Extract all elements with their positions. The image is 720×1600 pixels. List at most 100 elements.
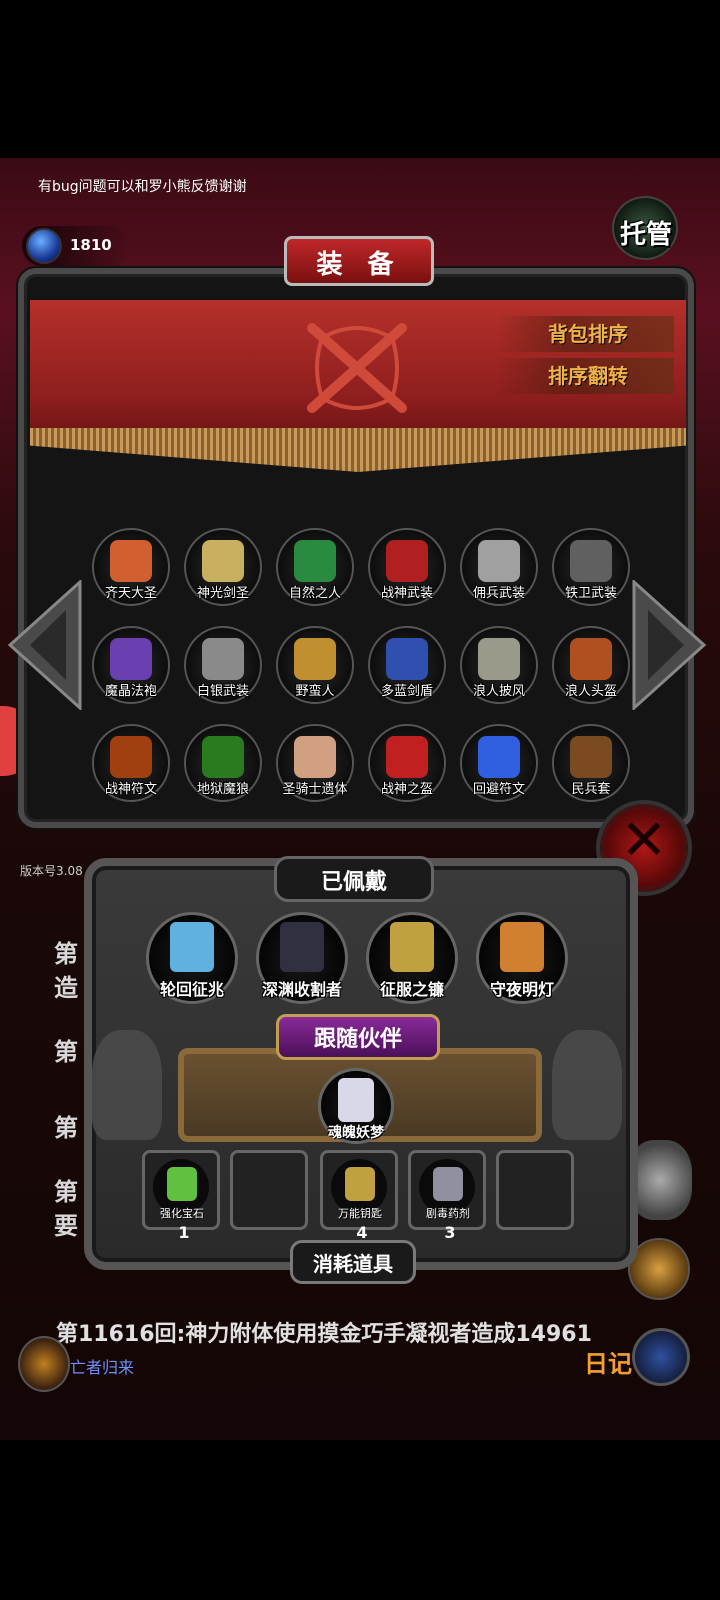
equipment-label: 多蓝剑盾 (380, 684, 433, 699)
worn-item[interactable]: 深渊收割者 (256, 912, 348, 1004)
companion-sprite-icon (338, 1078, 374, 1122)
equipment-slot[interactable]: 自然之人 (276, 528, 354, 606)
reverse-sort-button[interactable]: 排序翻转 (496, 358, 674, 394)
consumable-label: 剧毒药剂 (426, 1207, 470, 1220)
equipment-sprite-icon (110, 638, 152, 680)
equipment-sprite-icon (202, 540, 244, 582)
equipment-sprite-icon (478, 540, 520, 582)
consumable-sprite-icon (167, 1167, 197, 1201)
battle-log-sub-line: 亡者归来 (70, 1358, 135, 1377)
worn-item[interactable]: 守夜明灯 (476, 912, 568, 1004)
consumable-slot[interactable] (496, 1150, 574, 1230)
equipment-sprite-icon (110, 540, 152, 582)
consumables-title: 消耗道具 (313, 1252, 393, 1276)
equipment-slot[interactable]: 战神符文 (92, 724, 170, 802)
consumable-label: 万能钥匙 (338, 1207, 382, 1220)
log-line: 第 (54, 1178, 78, 1206)
next-page-arrow-icon[interactable] (630, 580, 708, 710)
equipment-slot[interactable]: 圣骑士遗体 (276, 724, 354, 802)
crossed-swords-emblem-icon (307, 323, 407, 413)
worn-item-label: 轮回征兆 (159, 980, 224, 999)
worn-item-sprite-icon (390, 922, 434, 972)
worn-item-sprite-icon (280, 922, 324, 972)
equipment-sprite-icon (570, 638, 612, 680)
equipment-sprite-icon (202, 638, 244, 680)
worn-item[interactable]: 征服之镰 (366, 912, 458, 1004)
equipment-label: 白银武装 (196, 684, 249, 699)
equipment-label: 自然之人 (288, 586, 341, 601)
battle-log-last-line: 第11616回:神力附体使用摸金巧手凝视者造成14961 (56, 1322, 592, 1347)
equipment-label: 铁卫武装 (564, 586, 617, 601)
equipment-sprite-icon (294, 638, 336, 680)
equipment-slot[interactable]: 神光剑圣 (184, 528, 262, 606)
log-line: 第 (54, 1038, 78, 1066)
worn-item-label: 守夜明灯 (489, 980, 554, 999)
log-line: 第 (54, 1114, 78, 1142)
equipment-sprite-icon (294, 736, 336, 778)
gem-icon (26, 228, 62, 264)
skull-icon[interactable] (18, 1336, 70, 1392)
log-line: 造 (54, 974, 78, 1002)
equipment-sprite-icon (478, 736, 520, 778)
consumable-sprite-icon (345, 1167, 375, 1201)
consumable-slot[interactable]: 万能钥匙 4 (320, 1150, 398, 1242)
diary-book-icon[interactable] (632, 1328, 690, 1386)
equipment-label: 野蛮人 (295, 684, 335, 699)
equipment-sprite-icon (386, 540, 428, 582)
equipment-sprite-icon (386, 638, 428, 680)
worn-item[interactable]: 轮回征兆 (146, 912, 238, 1004)
auto-play-label[interactable]: 托管 (614, 214, 678, 251)
consumable-label: 强化宝石 (160, 1207, 204, 1220)
equipment-slot[interactable]: 白银武装 (184, 626, 262, 704)
equipment-sprite-icon (386, 736, 428, 778)
consumable-slot[interactable]: 剧毒药剂 3 (408, 1150, 486, 1242)
companion-title: 跟随伙伴 (313, 1027, 402, 1052)
equipment-label: 神光剑圣 (196, 586, 249, 601)
equipment-sprite-icon (478, 638, 520, 680)
equipment-slot[interactable]: 战神武装 (368, 528, 446, 606)
panel-title: 装 备 (316, 250, 402, 280)
consumable-sprite-icon (433, 1167, 463, 1201)
equipment-slot[interactable]: 野蛮人 (276, 626, 354, 704)
worn-item-sprite-icon (170, 922, 214, 972)
log-line: 第 (54, 940, 78, 968)
consumable-slot[interactable]: 强化宝石 1 (142, 1150, 220, 1242)
consumable-slot[interactable] (230, 1150, 308, 1230)
equipment-slot[interactable]: 多蓝剑盾 (368, 626, 446, 704)
equipment-slot[interactable]: 民兵套 (552, 724, 630, 802)
log-line: 要 (54, 1212, 78, 1240)
equipment-sprite-icon (110, 736, 152, 778)
diary-label[interactable]: 日记 (584, 1344, 632, 1379)
equipment-label: 齐天大圣 (104, 586, 157, 601)
equipment-slot[interactable]: 铁卫武装 (552, 528, 630, 606)
companion-name: 魂魄妖梦 (328, 1125, 384, 1141)
equipment-label: 浪人披风 (472, 684, 525, 699)
version-label: 版本号3.08 (20, 864, 83, 878)
equipment-sprite-icon (570, 540, 612, 582)
sort-bag-button[interactable]: 背包排序 (496, 316, 674, 352)
dragon-statue-left (92, 1030, 162, 1140)
equipment-slot[interactable]: 战神之盔 (368, 724, 446, 802)
worn-item-label: 征服之镰 (379, 980, 444, 999)
equipment-label: 战神符文 (104, 782, 157, 797)
equipment-slot[interactable]: 地狱魔狼 (184, 724, 262, 802)
equipment-slot[interactable]: 回避符文 (460, 724, 538, 802)
notice-text: 有bug问题可以和罗小熊反馈谢谢 (38, 179, 247, 195)
equipment-label: 佣兵武装 (472, 586, 525, 601)
gem-count: 1810 (70, 236, 112, 254)
equipment-label: 战神之盔 (380, 782, 433, 797)
consumable-count: 1 (178, 1223, 190, 1242)
equipment-label: 圣骑士遗体 (282, 782, 348, 797)
equipment-slot[interactable]: 齐天大圣 (92, 528, 170, 606)
equipment-slot[interactable]: 魔晶法袍 (92, 626, 170, 704)
equipment-slot[interactable]: 佣兵武装 (460, 528, 538, 606)
equipment-label: 浪人头盔 (564, 684, 617, 699)
consumable-count: 3 (444, 1223, 456, 1242)
worn-title: 已佩戴 (320, 870, 387, 895)
equipment-label: 战神武装 (380, 586, 433, 601)
equipment-slot[interactable]: 浪人头盔 (552, 626, 630, 704)
prev-page-arrow-icon[interactable] (6, 580, 84, 710)
worn-item-sprite-icon (500, 922, 544, 972)
equipment-sprite-icon (294, 540, 336, 582)
equipment-slot[interactable]: 浪人披风 (460, 626, 538, 704)
